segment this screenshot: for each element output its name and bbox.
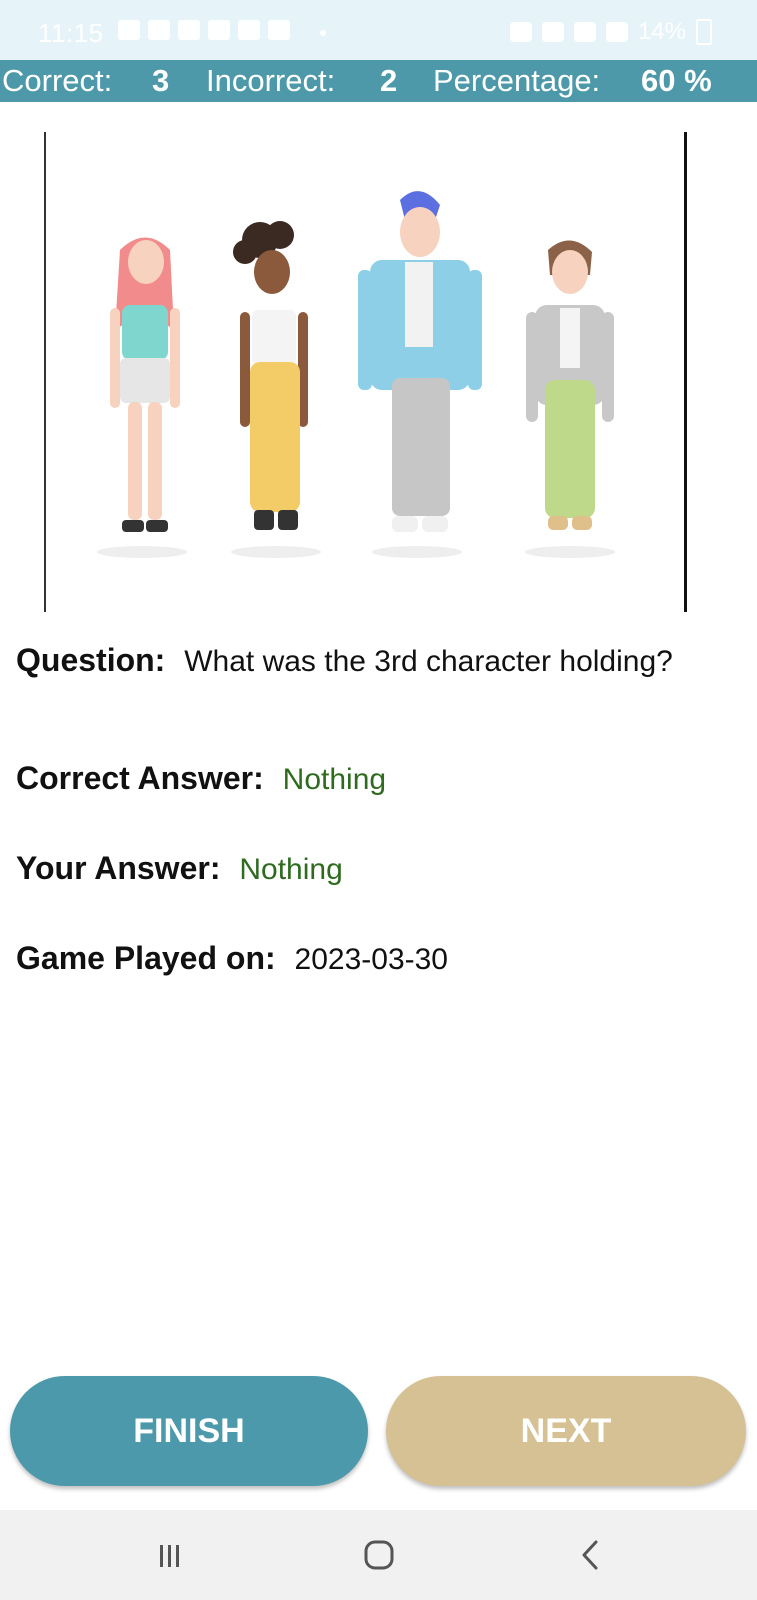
home-button[interactable]	[344, 1510, 414, 1600]
telegram-icon	[148, 20, 170, 40]
warning-icon	[178, 20, 200, 40]
score-bar: Correct: 3 Incorrect: 2 Percentage: 60 %	[0, 60, 757, 102]
correct-answer-label: Correct Answer:	[16, 760, 264, 796]
battery-icon	[696, 19, 712, 45]
characters-illustration	[97, 191, 615, 558]
question-row: Question: What was the 3rd character hol…	[16, 642, 673, 679]
your-answer-value: Nothing	[239, 853, 343, 886]
question-text: What was the 3rd character holding?	[184, 645, 673, 678]
mute-icon	[541, 22, 564, 42]
next-button[interactable]: NEXT	[386, 1376, 746, 1486]
recents-icon	[160, 1545, 179, 1567]
your-answer-row: Your Answer: Nothing	[16, 850, 343, 887]
home-icon	[364, 1540, 394, 1570]
incorrect-count: 2	[380, 63, 398, 98]
correct-count: 3	[152, 63, 170, 98]
percentage-label: Percentage:	[433, 63, 601, 98]
system-icons: 14%	[509, 18, 712, 46]
system-navigation-bar	[0, 1510, 757, 1600]
correct-answer-value: Nothing	[282, 763, 387, 796]
your-answer-label: Your Answer:	[16, 850, 221, 886]
gmail-icon	[238, 20, 260, 40]
whatsapp-icon	[118, 20, 140, 40]
alarm-icon	[509, 22, 532, 42]
signal-icon	[605, 22, 628, 42]
wifi-icon	[573, 22, 596, 42]
notification-icons	[118, 20, 290, 40]
battery-percentage: 14%	[637, 18, 686, 45]
image-right-border	[684, 132, 687, 612]
image-left-border	[44, 132, 46, 612]
recents-button[interactable]	[135, 1510, 205, 1600]
character-4	[526, 240, 614, 530]
correct-label: Correct:	[2, 63, 113, 98]
back-button[interactable]	[556, 1510, 626, 1600]
gmail-icon	[268, 20, 290, 40]
incorrect-label: Incorrect:	[206, 63, 336, 98]
character-2	[233, 221, 308, 530]
character-1	[110, 237, 180, 532]
status-bar: 11:15 14%	[0, 0, 757, 60]
status-time: 11:15	[38, 18, 104, 48]
game-played-label: Game Played on:	[16, 940, 276, 976]
back-icon	[582, 1540, 598, 1570]
percentage-value: 60 %	[641, 63, 712, 98]
correct-answer-row: Correct Answer: Nothing	[16, 760, 386, 797]
game-played-date: 2023-03-30	[294, 943, 448, 976]
game-played-row: Game Played on: 2023-03-30	[16, 940, 448, 977]
more-notifications-dot-icon	[320, 30, 326, 36]
gmail-icon	[208, 20, 230, 40]
character-3	[358, 191, 482, 532]
question-label: Question:	[16, 642, 166, 678]
finish-button[interactable]: FINISH	[10, 1376, 368, 1486]
